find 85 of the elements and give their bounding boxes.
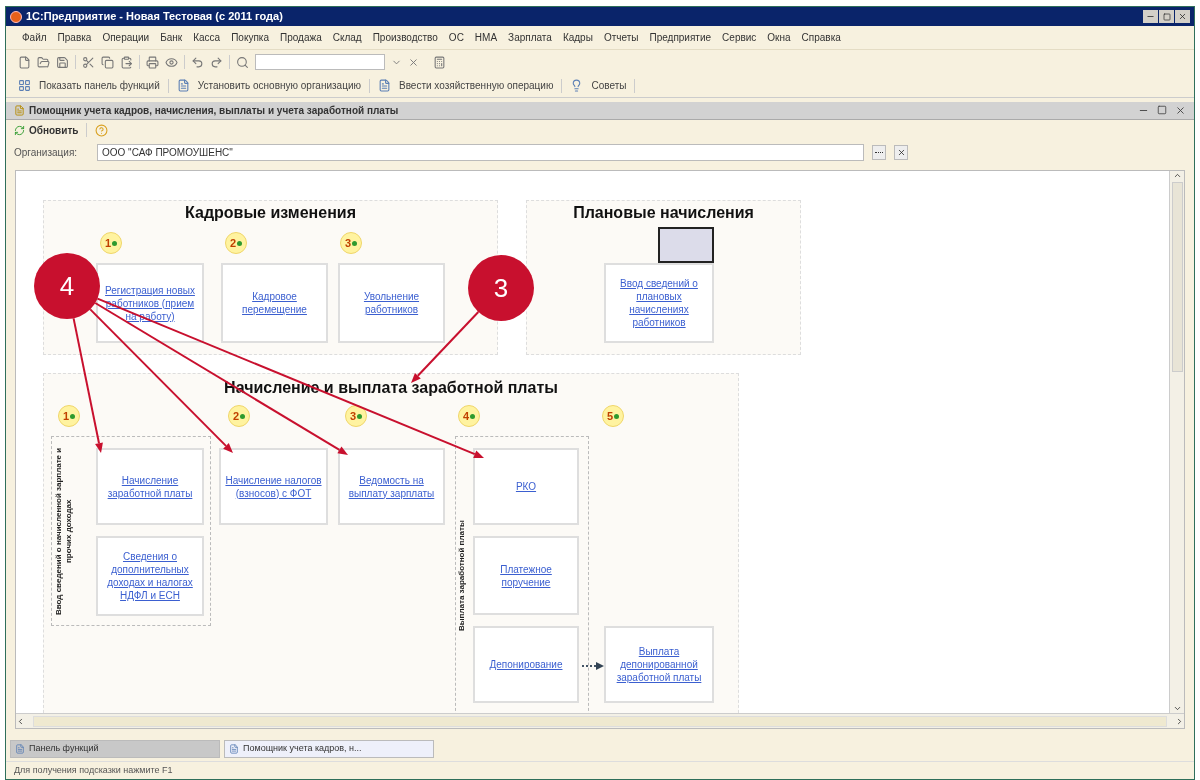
document-icon (377, 79, 391, 92)
new-file-icon[interactable] (18, 55, 31, 69)
document-icon (15, 744, 25, 754)
redo-icon[interactable] (210, 55, 223, 69)
menu-item[interactable]: Банк (160, 30, 183, 45)
folder-icon[interactable] (37, 55, 50, 69)
menu-item[interactable]: Отчеты (603, 30, 639, 45)
card-link[interactable]: Кадровое перемещение (227, 290, 322, 316)
command-button[interactable]: Установить основную организацию (197, 78, 361, 93)
menu-item[interactable]: Файл (22, 30, 47, 45)
close-icon (1178, 12, 1187, 21)
undo-icon[interactable] (191, 55, 204, 69)
menu-item[interactable]: НМА (474, 30, 498, 45)
scroll-down-icon (1172, 704, 1182, 713)
clear-icon[interactable] (408, 56, 419, 68)
menu-item[interactable]: Окна (767, 30, 791, 45)
card-link[interactable]: Увольнение работников (344, 290, 439, 316)
preview-icon[interactable] (165, 55, 178, 69)
menu-item[interactable]: Зарплата (508, 30, 552, 45)
select-button[interactable] (872, 144, 886, 160)
command-button[interactable]: Показать панель функций (39, 78, 160, 93)
refresh-button[interactable]: Обновить (14, 122, 79, 138)
grid-icon (18, 79, 31, 92)
scroll-right-icon (1175, 716, 1184, 726)
paste-icon[interactable] (120, 55, 133, 69)
lane-label: Выплата заработной платы (457, 519, 467, 633)
cut-icon[interactable] (82, 55, 95, 69)
window-title: 1С:Предприятие - Новая Тестовая (с 2011 года) (26, 9, 283, 25)
save-icon[interactable] (56, 55, 69, 69)
status-bar: Для получения подсказки нажмите F1 (6, 761, 1194, 779)
clear-button[interactable] (894, 144, 908, 160)
minimize-button[interactable] (1143, 10, 1158, 23)
document-icon (229, 744, 239, 754)
horizontal-scrollbar[interactable] (16, 713, 1184, 728)
search-field[interactable] (255, 54, 385, 70)
dotted-arrow (581, 662, 604, 670)
field-label: Организация: (14, 145, 79, 160)
search-icon[interactable] (236, 55, 249, 69)
calculator-icon[interactable] (433, 55, 446, 69)
window-tab[interactable]: Панель функций (10, 740, 220, 758)
card-link[interactable]: Выплата депонированной заработной платы (610, 645, 708, 684)
command-button[interactable]: Ввести хозяйственную операцию (398, 78, 554, 93)
window-tab[interactable]: Помощник учета кадров, н... (224, 740, 434, 758)
menu-item[interactable]: Предприятие (649, 30, 712, 45)
card-link[interactable]: Сведения о дополнительных доходах и налогах НДФЛ и ЕСН (102, 550, 198, 602)
restore-icon[interactable] (1157, 105, 1167, 116)
menu-item[interactable]: Справка (801, 30, 841, 45)
menu-item[interactable]: ОС (448, 30, 464, 45)
menu-item[interactable]: Склад (332, 30, 362, 45)
card-link[interactable]: Депонирование (489, 658, 563, 671)
menu-item[interactable]: Касса (193, 30, 221, 45)
menu-item[interactable]: Продажа (279, 30, 322, 45)
menu-item[interactable]: Правка (57, 30, 92, 45)
lane-label: Ввод сведений о начисленной зарплате и прочих доходах (54, 446, 74, 617)
document-title: Помощник учета кадров, начисления, выплаты и учета заработной платы (29, 104, 399, 118)
card-link[interactable]: РКО (515, 480, 537, 493)
document-icon (14, 105, 25, 116)
menu-item[interactable]: Производство (372, 30, 438, 45)
maximize-button[interactable] (1159, 10, 1174, 23)
menu-item[interactable]: Операции (102, 30, 150, 45)
help-icon[interactable] (95, 123, 109, 137)
group-title: Кадровые изменения (184, 203, 357, 223)
close-icon (896, 147, 906, 157)
refresh-icon (14, 124, 25, 136)
card-link[interactable]: Ввод сведений о плановых начислениях работников (610, 277, 708, 329)
copy-icon[interactable] (101, 55, 114, 69)
organization-field[interactable]: ООО "САФ ПРОМОУШЕНС" (97, 143, 864, 161)
vertical-scrollbar[interactable] (1169, 171, 1184, 713)
app-logo-icon (10, 10, 22, 23)
menu-item[interactable]: Кадры (562, 30, 593, 45)
card-link[interactable]: Начисление налогов (взносов) с ФОТ (225, 473, 322, 500)
close-button[interactable] (1175, 10, 1190, 23)
maximize-icon (1162, 12, 1171, 21)
print-icon[interactable] (146, 55, 159, 69)
close-icon[interactable] (1175, 105, 1186, 116)
scroll-up-icon (1172, 171, 1182, 180)
document-icon (176, 79, 190, 92)
menu-item[interactable]: Сервис (722, 30, 757, 45)
card-link[interactable]: Платежное поручение (479, 562, 573, 589)
scroll-left-icon (16, 716, 25, 726)
group-title: Плановые начисления (572, 203, 755, 223)
command-button[interactable]: Советы (591, 78, 627, 93)
card-link[interactable]: Начисление заработной платы (102, 473, 198, 500)
menu-item[interactable]: Покупка (231, 30, 269, 45)
card-link[interactable]: Ведомость на выплату зарплаты (344, 473, 439, 500)
